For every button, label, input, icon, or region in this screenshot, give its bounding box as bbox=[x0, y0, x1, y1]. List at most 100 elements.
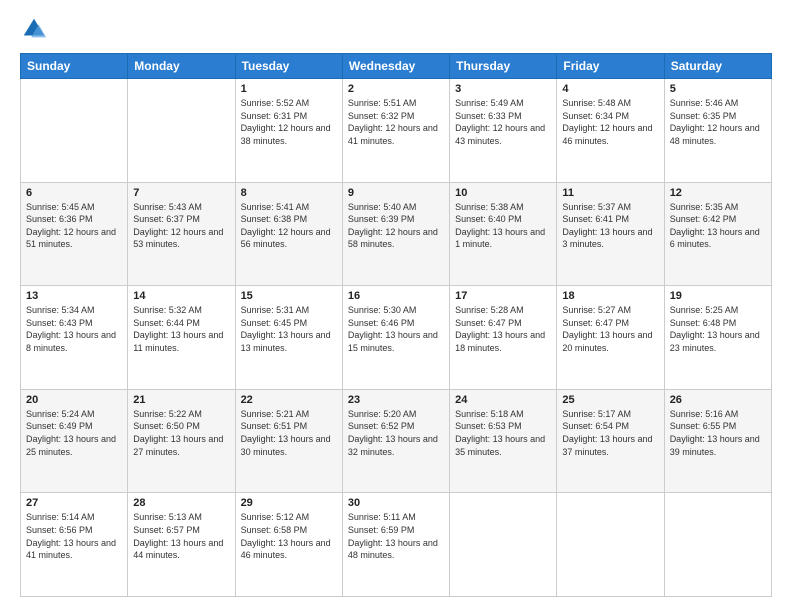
calendar-header-saturday: Saturday bbox=[664, 54, 771, 79]
day-info: Sunrise: 5:14 AM Sunset: 6:56 PM Dayligh… bbox=[26, 511, 122, 561]
day-number: 11 bbox=[562, 187, 658, 199]
day-info: Sunrise: 5:11 AM Sunset: 6:59 PM Dayligh… bbox=[348, 511, 444, 561]
calendar-cell: 21 Sunrise: 5:22 AM Sunset: 6:50 PM Dayli… bbox=[128, 389, 235, 493]
calendar-cell bbox=[21, 79, 128, 183]
day-number: 16 bbox=[348, 290, 444, 302]
day-info: Sunrise: 5:28 AM Sunset: 6:47 PM Dayligh… bbox=[455, 304, 551, 354]
day-info: Sunrise: 5:12 AM Sunset: 6:58 PM Dayligh… bbox=[241, 511, 337, 561]
calendar-cell: 13 Sunrise: 5:34 AM Sunset: 6:43 PM Dayli… bbox=[21, 286, 128, 390]
calendar-cell: 27Sunrise: 5:14 AM Sunset: 6:56 PM Dayli… bbox=[21, 493, 128, 597]
calendar-cell: 24 Sunrise: 5:18 AM Sunset: 6:53 PM Dayli… bbox=[450, 389, 557, 493]
day-number: 25 bbox=[562, 394, 658, 406]
day-number: 28 bbox=[133, 497, 229, 509]
calendar-cell: 19 Sunrise: 5:25 AM Sunset: 6:48 PM Dayli… bbox=[664, 286, 771, 390]
day-number: 24 bbox=[455, 394, 551, 406]
logo-icon bbox=[20, 15, 48, 43]
calendar-cell bbox=[557, 493, 664, 597]
day-info: Sunrise: 5:49 AM Sunset: 6:33 PM Dayligh… bbox=[455, 97, 551, 147]
day-number: 21 bbox=[133, 394, 229, 406]
day-info: Sunrise: 5:24 AM Sunset: 6:49 PM Dayligh… bbox=[26, 408, 122, 458]
calendar-cell: 18 Sunrise: 5:27 AM Sunset: 6:47 PM Dayli… bbox=[557, 286, 664, 390]
day-number: 15 bbox=[241, 290, 337, 302]
calendar-cell: 7 Sunrise: 5:43 AM Sunset: 6:37 PM Daylig… bbox=[128, 182, 235, 286]
day-info: Sunrise: 5:32 AM Sunset: 6:44 PM Dayligh… bbox=[133, 304, 229, 354]
calendar-cell: 14 Sunrise: 5:32 AM Sunset: 6:44 PM Dayli… bbox=[128, 286, 235, 390]
day-info: Sunrise: 5:16 AM Sunset: 6:55 PM Dayligh… bbox=[670, 408, 766, 458]
day-info: Sunrise: 5:13 AM Sunset: 6:57 PM Dayligh… bbox=[133, 511, 229, 561]
calendar-cell: 15Sunrise: 5:31 AM Sunset: 6:45 PM Dayli… bbox=[235, 286, 342, 390]
day-number: 8 bbox=[241, 187, 337, 199]
day-number: 18 bbox=[562, 290, 658, 302]
day-info: Sunrise: 5:27 AM Sunset: 6:47 PM Dayligh… bbox=[562, 304, 658, 354]
day-info: Sunrise: 5:20 AM Sunset: 6:52 PM Dayligh… bbox=[348, 408, 444, 458]
calendar-cell: 5Sunrise: 5:46 AM Sunset: 6:35 PM Daylig… bbox=[664, 79, 771, 183]
calendar-cell: 2 Sunrise: 5:51 AM Sunset: 6:32 PM Daylig… bbox=[342, 79, 449, 183]
calendar-cell: 17 Sunrise: 5:28 AM Sunset: 6:47 PM Dayli… bbox=[450, 286, 557, 390]
calendar-cell: 23 Sunrise: 5:20 AM Sunset: 6:52 PM Dayli… bbox=[342, 389, 449, 493]
calendar: SundayMondayTuesdayWednesdayThursdayFrid… bbox=[20, 53, 772, 597]
header bbox=[20, 15, 772, 43]
day-number: 30 bbox=[348, 497, 444, 509]
calendar-cell: 1 Sunrise: 5:52 AM Sunset: 6:31 PM Daylig… bbox=[235, 79, 342, 183]
calendar-week-row: 20 Sunrise: 5:24 AM Sunset: 6:49 PM Dayli… bbox=[21, 389, 772, 493]
calendar-cell: 25 Sunrise: 5:17 AM Sunset: 6:54 PM Dayli… bbox=[557, 389, 664, 493]
day-number: 2 bbox=[348, 83, 444, 95]
calendar-cell: 29 Sunrise: 5:12 AM Sunset: 6:58 PM Dayli… bbox=[235, 493, 342, 597]
calendar-cell: 6 Sunrise: 5:45 AM Sunset: 6:36 PM Daylig… bbox=[21, 182, 128, 286]
calendar-cell: 10Sunrise: 5:38 AM Sunset: 6:40 PM Dayli… bbox=[450, 182, 557, 286]
day-info: Sunrise: 5:52 AM Sunset: 6:31 PM Dayligh… bbox=[241, 97, 337, 147]
day-number: 6 bbox=[26, 187, 122, 199]
calendar-cell bbox=[664, 493, 771, 597]
day-info: Sunrise: 5:18 AM Sunset: 6:53 PM Dayligh… bbox=[455, 408, 551, 458]
day-number: 1 bbox=[241, 83, 337, 95]
calendar-cell: 16 Sunrise: 5:30 AM Sunset: 6:46 PM Dayli… bbox=[342, 286, 449, 390]
day-number: 22 bbox=[241, 394, 337, 406]
day-info: Sunrise: 5:43 AM Sunset: 6:37 PM Dayligh… bbox=[133, 201, 229, 251]
day-info: Sunrise: 5:45 AM Sunset: 6:36 PM Dayligh… bbox=[26, 201, 122, 251]
day-info: Sunrise: 5:22 AM Sunset: 6:50 PM Dayligh… bbox=[133, 408, 229, 458]
calendar-header-friday: Friday bbox=[557, 54, 664, 79]
day-number: 20 bbox=[26, 394, 122, 406]
day-info: Sunrise: 5:40 AM Sunset: 6:39 PM Dayligh… bbox=[348, 201, 444, 251]
calendar-cell: 26 Sunrise: 5:16 AM Sunset: 6:55 PM Dayli… bbox=[664, 389, 771, 493]
day-info: Sunrise: 5:37 AM Sunset: 6:41 PM Dayligh… bbox=[562, 201, 658, 251]
calendar-week-row: 1 Sunrise: 5:52 AM Sunset: 6:31 PM Daylig… bbox=[21, 79, 772, 183]
calendar-header-sunday: Sunday bbox=[21, 54, 128, 79]
calendar-week-row: 27Sunrise: 5:14 AM Sunset: 6:56 PM Dayli… bbox=[21, 493, 772, 597]
calendar-header-thursday: Thursday bbox=[450, 54, 557, 79]
day-info: Sunrise: 5:30 AM Sunset: 6:46 PM Dayligh… bbox=[348, 304, 444, 354]
calendar-cell: 28 Sunrise: 5:13 AM Sunset: 6:57 PM Dayli… bbox=[128, 493, 235, 597]
calendar-cell: 8Sunrise: 5:41 AM Sunset: 6:38 PM Daylig… bbox=[235, 182, 342, 286]
day-number: 19 bbox=[670, 290, 766, 302]
day-number: 10 bbox=[455, 187, 551, 199]
day-number: 13 bbox=[26, 290, 122, 302]
day-number: 26 bbox=[670, 394, 766, 406]
day-number: 23 bbox=[348, 394, 444, 406]
day-number: 3 bbox=[455, 83, 551, 95]
day-number: 12 bbox=[670, 187, 766, 199]
logo bbox=[20, 15, 52, 43]
day-number: 17 bbox=[455, 290, 551, 302]
calendar-cell: 3 Sunrise: 5:49 AM Sunset: 6:33 PM Daylig… bbox=[450, 79, 557, 183]
day-number: 7 bbox=[133, 187, 229, 199]
day-info: Sunrise: 5:48 AM Sunset: 6:34 PM Dayligh… bbox=[562, 97, 658, 147]
day-info: Sunrise: 5:51 AM Sunset: 6:32 PM Dayligh… bbox=[348, 97, 444, 147]
day-number: 9 bbox=[348, 187, 444, 199]
page: SundayMondayTuesdayWednesdayThursdayFrid… bbox=[0, 0, 792, 612]
calendar-cell: 30 Sunrise: 5:11 AM Sunset: 6:59 PM Dayli… bbox=[342, 493, 449, 597]
day-info: Sunrise: 5:34 AM Sunset: 6:43 PM Dayligh… bbox=[26, 304, 122, 354]
day-number: 29 bbox=[241, 497, 337, 509]
day-info: Sunrise: 5:17 AM Sunset: 6:54 PM Dayligh… bbox=[562, 408, 658, 458]
calendar-header-tuesday: Tuesday bbox=[235, 54, 342, 79]
calendar-cell: 20 Sunrise: 5:24 AM Sunset: 6:49 PM Dayli… bbox=[21, 389, 128, 493]
day-number: 14 bbox=[133, 290, 229, 302]
calendar-cell: 11 Sunrise: 5:37 AM Sunset: 6:41 PM Dayli… bbox=[557, 182, 664, 286]
calendar-cell: 9 Sunrise: 5:40 AM Sunset: 6:39 PM Daylig… bbox=[342, 182, 449, 286]
day-info: Sunrise: 5:35 AM Sunset: 6:42 PM Dayligh… bbox=[670, 201, 766, 251]
calendar-header-row: SundayMondayTuesdayWednesdayThursdayFrid… bbox=[21, 54, 772, 79]
calendar-cell bbox=[450, 493, 557, 597]
day-number: 4 bbox=[562, 83, 658, 95]
day-number: 5 bbox=[670, 83, 766, 95]
day-info: Sunrise: 5:25 AM Sunset: 6:48 PM Dayligh… bbox=[670, 304, 766, 354]
calendar-header-wednesday: Wednesday bbox=[342, 54, 449, 79]
